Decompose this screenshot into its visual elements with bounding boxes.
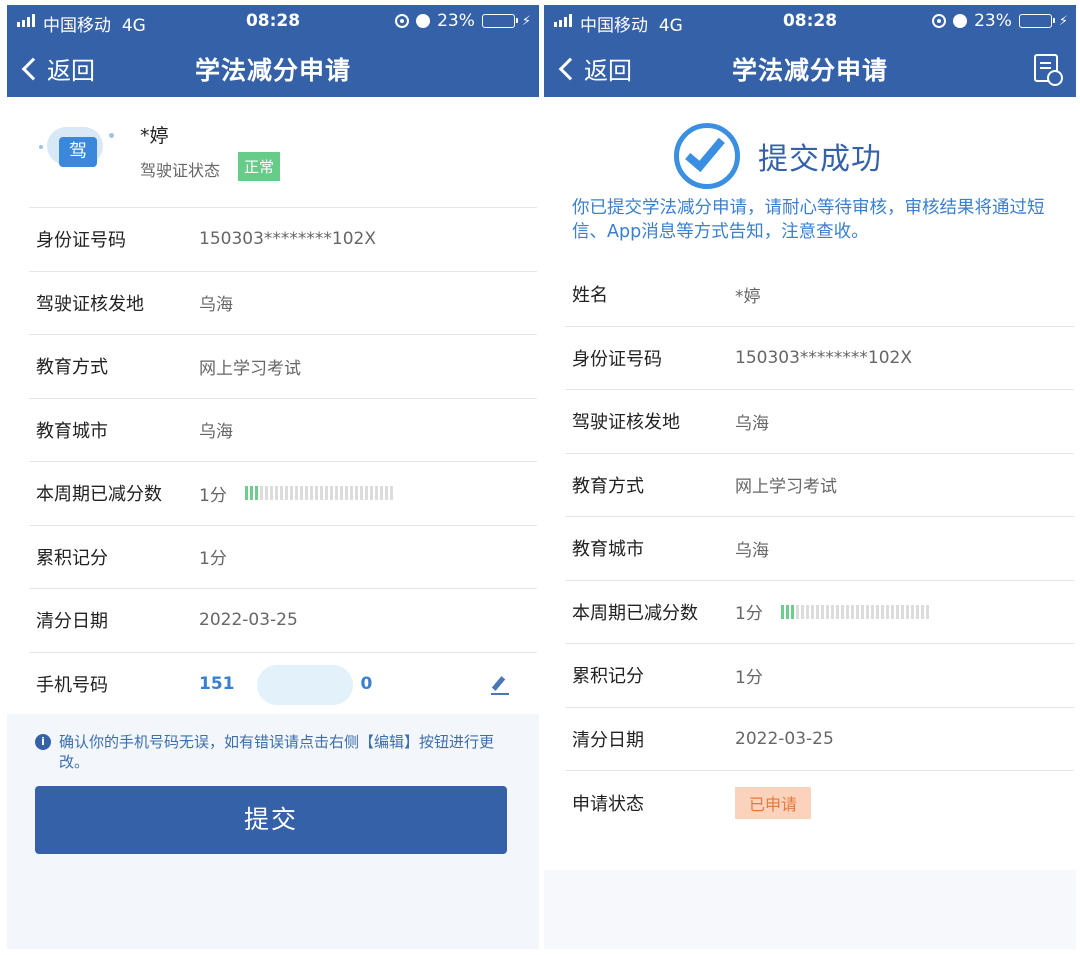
charging-icon: ⚡ (1058, 13, 1068, 29)
row-value: 1分 (199, 549, 227, 570)
row-value: 150303********102X (735, 347, 912, 368)
row-label: 累积记分 (36, 547, 108, 569)
info-icon: i (35, 734, 51, 750)
battery-percent: 23% (437, 11, 475, 31)
row-label: 教育城市 (572, 539, 644, 561)
submit-button[interactable]: 提交 (35, 786, 507, 854)
points-progress-bar (780, 604, 929, 619)
points-progress-bar (244, 486, 393, 501)
application-status-badge: 已申请 (735, 786, 812, 819)
row-label: 本周期已减分数 (572, 602, 698, 624)
battery-percent: 23% (974, 11, 1012, 31)
row-education-city: 教育城市 乌海 (29, 397, 537, 462)
page-title: 学法减分申请 (731, 56, 888, 85)
row-id-number: 身份证号码 150303********102X (565, 327, 1074, 390)
row-issuing-place: 驾驶证核发地 乌海 (29, 270, 537, 335)
row-label: 累积记分 (572, 666, 644, 688)
row-value: *婷 (735, 286, 761, 307)
tip-text: 确认你的手机号码无误，如有错误请点击右侧【编辑】按钮进行更改。 (59, 733, 495, 772)
success-screen: 中国移动 4G 08:28 23% ⚡ 返回 学法减分申请 提交成功 你已提交学… (544, 5, 1076, 949)
charging-icon: ⚡ (521, 13, 531, 29)
row-value: 1分 (735, 667, 763, 688)
row-value: 1分 (735, 604, 763, 625)
row-label: 教育方式 (36, 357, 108, 379)
row-education-city: 教育城市 乌海 (565, 517, 1074, 581)
row-points-reduced: 本周期已减分数 1分 (29, 461, 537, 525)
row-label: 驾驶证核发地 (36, 293, 144, 315)
submit-area: i 确认你的手机号码无误，如有错误请点击右侧【编辑】按钮进行更改。 提交 (7, 714, 539, 949)
row-label: 身份证号码 (36, 230, 126, 252)
record-history-icon[interactable] (1034, 54, 1063, 86)
row-points-reduced: 本周期已减分数 1分 (565, 581, 1074, 644)
row-value: 网上学习考试 (735, 477, 837, 498)
orientation-lock-icon (395, 14, 410, 28)
row-application-status: 申请状态 已申请 (565, 771, 1074, 835)
row-value: 乌海 (735, 413, 769, 434)
row-label: 教育城市 (36, 420, 108, 442)
edit-phone-icon[interactable] (491, 677, 509, 695)
license-status-label: 驾驶证状态 (140, 161, 221, 180)
battery-icon (481, 14, 518, 28)
row-label: 手机号码 (36, 674, 108, 696)
row-label: 驾驶证核发地 (572, 412, 680, 434)
license-badge: 驾 (59, 137, 97, 167)
success-description: 你已提交学法减分申请，请耐心等待审核，审核结果将通过短信、App消息等方式告知，… (572, 198, 1045, 242)
row-name: 姓名 *婷 (565, 263, 1074, 327)
row-issuing-place: 驾驶证核发地 乌海 (565, 390, 1074, 454)
nav-bar: 返回 学法减分申请 (7, 39, 539, 97)
row-clear-date: 清分日期 2022-03-25 (565, 708, 1074, 771)
row-value: 乌海 (199, 422, 233, 443)
check-circle-icon (674, 123, 740, 189)
orientation-lock-icon (932, 14, 947, 28)
row-clear-date: 清分日期 2022-03-25 (29, 588, 537, 652)
row-value: 乌海 (199, 295, 233, 316)
success-title: 提交成功 (758, 142, 882, 177)
footer-area (544, 870, 1076, 949)
row-label: 本周期已减分数 (36, 484, 162, 506)
row-label: 姓名 (572, 285, 608, 307)
row-label: 申请状态 (572, 793, 644, 815)
status-bar: 中国移动 4G 08:28 23% ⚡ (544, 5, 1076, 39)
row-accumulated-points: 累积记分 1分 (565, 644, 1074, 708)
status-bar: 中国移动 4G 08:28 23% ⚡ (7, 5, 539, 39)
profile-card: 驾 *婷 驾驶证状态 正常 (7, 97, 539, 207)
redaction-blur (257, 664, 353, 705)
page-title: 学法减分申请 (194, 56, 351, 85)
row-value: 1分 (199, 485, 227, 506)
row-phone: 手机号码 151 0 (29, 651, 537, 716)
row-accumulated-points: 累积记分 1分 (29, 524, 537, 589)
info-list: 姓名 *婷 身份证号码 150303********102X 驾驶证核发地 乌海… (565, 263, 1074, 835)
battery-icon (1018, 14, 1055, 28)
row-value: 乌海 (735, 540, 769, 561)
row-value: 2022-03-25 (735, 728, 834, 749)
row-id-number: 身份证号码 150303********102X (29, 207, 537, 271)
row-value: 150303********102X (199, 229, 376, 250)
alarm-icon (416, 14, 431, 28)
row-education-method: 教育方式 网上学习考试 (565, 454, 1074, 517)
info-list: 身份证号码 150303********102X 驾驶证核发地 乌海 教育方式 … (29, 207, 537, 715)
profile-name: *婷 (140, 125, 169, 147)
row-label: 清分日期 (36, 611, 108, 633)
apply-screen: 中国移动 4G 08:28 23% ⚡ 返回 学法减分申请 驾 *婷 驾驶证状态… (7, 5, 539, 949)
alarm-icon (953, 14, 968, 28)
success-banner: 提交成功 (544, 97, 1076, 197)
row-education-method: 教育方式 网上学习考试 (29, 334, 537, 398)
row-value: 2022-03-25 (199, 610, 298, 631)
row-label: 教育方式 (572, 475, 644, 497)
driver-license-icon: 驾 (37, 121, 115, 175)
row-label: 清分日期 (572, 729, 644, 751)
nav-bar: 返回 学法减分申请 (544, 39, 1076, 97)
phone-confirm-tip: i 确认你的手机号码无误，如有错误请点击右侧【编辑】按钮进行更改。 (35, 732, 513, 773)
license-status-badge: 正常 (238, 152, 281, 181)
row-value: 网上学习考试 (199, 358, 301, 379)
row-label: 身份证号码 (572, 348, 662, 370)
